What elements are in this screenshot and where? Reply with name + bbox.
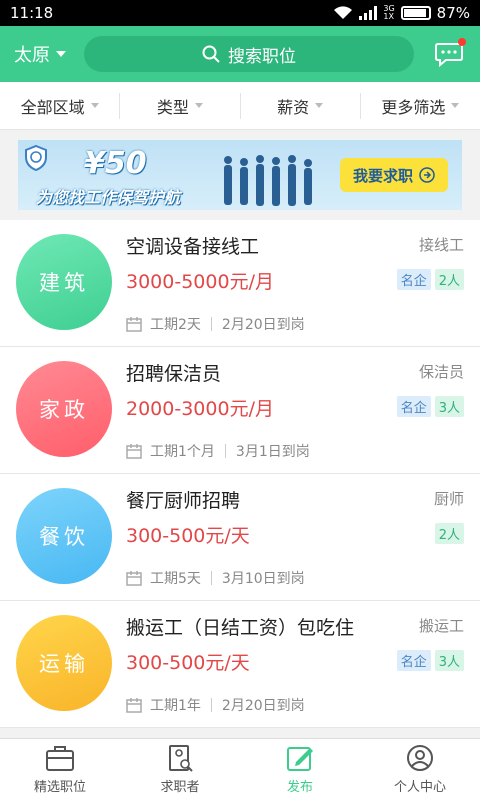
job-tags: 2人: [434, 523, 464, 544]
filter-area[interactable]: 全部区域: [0, 92, 121, 119]
tab-job-seekers[interactable]: 求职者: [120, 739, 240, 800]
tag-headcount: 2人: [434, 269, 464, 290]
job-title: 空调设备接线工: [126, 236, 260, 258]
dropdown-icon: [315, 103, 324, 108]
calendar-icon: [126, 316, 142, 332]
banner-slogan: 为您找工作保驾护航: [36, 188, 181, 207]
job-meta: 工期1个月 3月1日到岗: [126, 441, 310, 461]
job-category-avatar: 家政: [16, 361, 112, 457]
tag-famous-company: 名企: [396, 269, 431, 290]
job-title: 搬运工（日结工资）包吃住: [126, 617, 355, 639]
calendar-icon: [126, 570, 142, 586]
job-start-date: 3月10日到岗: [221, 571, 305, 587]
filter-bar: 全部区域 类型 薪资 更多筛选: [0, 82, 480, 130]
tag-headcount: 3人: [434, 396, 464, 417]
job-duration: 工期1个月: [150, 444, 215, 460]
user-icon: [407, 745, 433, 771]
job-duration: 工期1年: [150, 698, 201, 714]
job-title: 餐厅厨师招聘: [126, 490, 241, 512]
tag-headcount: 2人: [434, 523, 464, 544]
dropdown-icon: [90, 103, 99, 108]
shield-icon: [25, 145, 47, 171]
job-category-avatar: 运输: [16, 615, 112, 711]
people-silhouette-icon: [224, 155, 312, 206]
city-label: 太原: [14, 45, 50, 66]
status-time: 11:18: [10, 4, 54, 22]
calendar-icon: [126, 443, 142, 459]
job-list: 建筑 空调设备接线工 接线工 3000-5000元/月 名企 2人 工期2天 2…: [0, 220, 480, 728]
calendar-icon: [126, 697, 142, 713]
dropdown-icon: [194, 103, 203, 108]
seek-job-button[interactable]: 我要求职: [340, 158, 448, 192]
search-input[interactable]: 搜索职位: [84, 36, 414, 72]
job-meta: 工期1年 2月20日到岗: [126, 695, 305, 715]
briefcase-icon: [46, 746, 74, 771]
job-item[interactable]: 家政 招聘保洁员 保洁员 2000-3000元/月 名企 3人 工期1个月 3月…: [0, 347, 480, 474]
tag-headcount: 3人: [434, 650, 464, 671]
search-icon: [202, 45, 220, 63]
wifi-icon: [334, 6, 353, 20]
dropdown-icon: [451, 103, 460, 108]
notification-dot: [458, 38, 466, 46]
edit-icon: [287, 747, 313, 771]
search-placeholder: 搜索职位: [228, 46, 296, 67]
banner-amount: ¥50: [84, 146, 147, 181]
tag-famous-company: 名企: [396, 396, 431, 417]
city-selector[interactable]: 太原: [14, 41, 84, 67]
tab-personal-center[interactable]: 个人中心: [360, 739, 480, 800]
job-tags: 名企 3人: [396, 650, 464, 671]
job-type: 接线工: [418, 236, 464, 254]
resume-icon: [169, 745, 193, 772]
status-bar: 11:18 3G 1X 87%: [0, 0, 480, 26]
job-meta: 工期5天 3月10日到岗: [126, 568, 305, 588]
message-button[interactable]: [434, 38, 466, 70]
job-duration: 工期5天: [150, 571, 201, 587]
job-type: 保洁员: [418, 363, 464, 381]
banner-area: ¥50 为您找工作保驾护航 我要求职: [0, 130, 480, 220]
signal-icon: [359, 6, 378, 20]
job-type: 搬运工: [418, 617, 464, 635]
job-tags: 名企 3人: [396, 396, 464, 417]
job-salary: 300-500元/天: [126, 525, 250, 547]
job-title: 招聘保洁员: [126, 363, 222, 385]
job-item[interactable]: 建筑 空调设备接线工 接线工 3000-5000元/月 名企 2人 工期2天 2…: [0, 220, 480, 347]
filter-type[interactable]: 类型: [120, 92, 241, 119]
job-duration: 工期2天: [150, 317, 201, 333]
filter-more[interactable]: 更多筛选: [361, 93, 480, 119]
bottom-tab-bar: 精选职位 求职者 发布 个人中心: [0, 738, 480, 800]
chevron-down-icon: [56, 51, 66, 57]
job-start-date: 3月1日到岗: [235, 444, 310, 460]
job-start-date: 2月20日到岗: [221, 698, 305, 714]
network-type: 3G 1X: [383, 4, 395, 21]
filter-salary[interactable]: 薪资: [241, 92, 361, 119]
tab-featured-jobs[interactable]: 精选职位: [0, 739, 120, 800]
job-type: 厨师: [433, 490, 464, 508]
battery-icon: [400, 6, 431, 20]
job-tags: 名企 2人: [396, 269, 464, 290]
app-header: 太原 搜索职位: [0, 26, 480, 82]
job-item[interactable]: 餐饮 餐厅厨师招聘 厨师 300-500元/天 2人 工期5天 3月10日到岗: [0, 474, 480, 601]
tag-famous-company: 名企: [396, 650, 431, 671]
job-start-date: 2月20日到岗: [221, 317, 305, 333]
job-category-avatar: 餐饮: [16, 488, 112, 584]
job-meta: 工期2天 2月20日到岗: [126, 314, 305, 334]
job-item[interactable]: 运输 搬运工（日结工资）包吃住 搬运工 300-500元/天 名企 3人 工期1…: [0, 601, 480, 728]
job-category-avatar: 建筑: [16, 234, 112, 330]
arrow-right-circle-icon: [419, 167, 435, 183]
tab-publish[interactable]: 发布: [240, 739, 360, 800]
promo-banner[interactable]: ¥50 为您找工作保驾护航 我要求职: [18, 140, 462, 210]
battery-percent: 87%: [436, 4, 470, 22]
